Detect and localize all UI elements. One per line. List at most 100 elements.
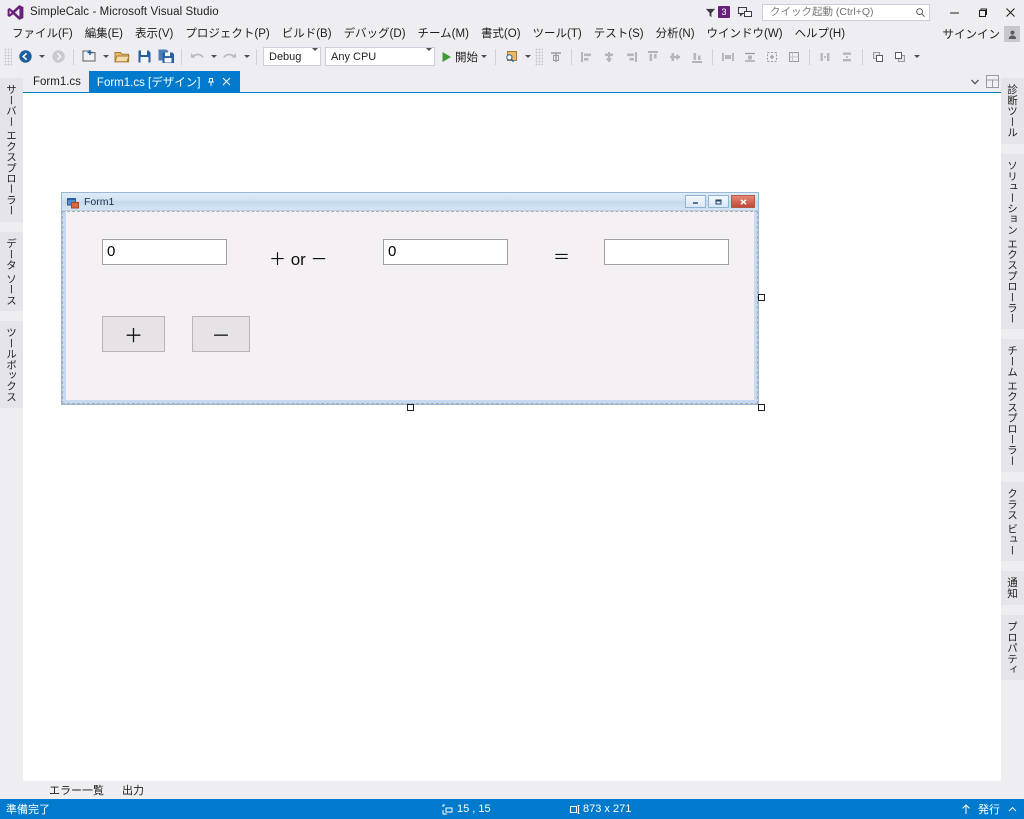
size-icon: [568, 803, 580, 815]
align-tops-icon[interactable]: [642, 46, 664, 68]
result-textbox[interactable]: [604, 239, 729, 265]
undo-icon[interactable]: [186, 46, 208, 68]
navigate-back-icon[interactable]: [14, 46, 36, 68]
navigate-forward-icon[interactable]: [47, 46, 69, 68]
rail-data-sources[interactable]: データ ソース: [0, 231, 23, 311]
menu-debug[interactable]: デバッグ(D): [338, 25, 412, 43]
vertical-spacing-icon[interactable]: [836, 46, 858, 68]
navigate-back-dropdown[interactable]: [36, 46, 47, 68]
make-same-height-icon[interactable]: [739, 46, 761, 68]
menu-format[interactable]: 書式(O): [475, 25, 527, 43]
bottom-tab-output[interactable]: 出力: [118, 781, 148, 799]
status-publish[interactable]: 発行: [960, 801, 1018, 817]
operand1-textbox[interactable]: 0: [102, 239, 227, 265]
align-lefts-icon[interactable]: [576, 46, 598, 68]
bottom-tab-error-list[interactable]: エラー一覧: [45, 781, 108, 799]
menu-test[interactable]: テスト(S): [588, 25, 650, 43]
make-same-width-icon[interactable]: [717, 46, 739, 68]
operand2-textbox[interactable]: 0: [383, 239, 508, 265]
rail-solution-explorer[interactable]: ソリューション エクスプローラー: [1001, 153, 1024, 330]
split-window-icon[interactable]: [983, 71, 1001, 92]
menu-file[interactable]: ファイル(F): [6, 25, 79, 43]
plus-button[interactable]: ＋: [102, 316, 165, 352]
rail-team-explorer[interactable]: チーム エクスプローラー: [1001, 339, 1024, 472]
new-project-dropdown[interactable]: [100, 46, 111, 68]
operator-label: ＋ or －: [269, 250, 328, 269]
restore-button[interactable]: [968, 0, 996, 24]
resize-handle-bottom-right[interactable]: [758, 404, 765, 411]
toolbar-grip[interactable]: [4, 47, 12, 66]
menu-build[interactable]: ビルド(B): [276, 25, 338, 43]
rail-class-view[interactable]: クラス ビュー: [1001, 481, 1024, 562]
chevron-down-icon[interactable]: [967, 71, 983, 92]
menu-tools[interactable]: ツール(T): [527, 25, 588, 43]
form-minimize-icon[interactable]: [685, 195, 706, 208]
bring-to-front-icon[interactable]: [867, 46, 889, 68]
save-all-icon[interactable]: [155, 46, 177, 68]
tab-form1-cs[interactable]: Form1.cs: [25, 71, 89, 92]
quick-launch-box[interactable]: [762, 3, 930, 21]
status-size: 873 x 271: [568, 803, 631, 815]
minus-button[interactable]: －: [192, 316, 250, 352]
form-close-icon[interactable]: [731, 195, 755, 208]
menu-project[interactable]: プロジェクト(P): [179, 25, 275, 43]
menu-window[interactable]: ウインドウ(W): [701, 25, 789, 43]
undo-dropdown[interactable]: [208, 46, 219, 68]
form-client-area[interactable]: 0 ＋ or － 0 ＝ ＋ －: [62, 211, 758, 404]
align-middles-icon[interactable]: [664, 46, 686, 68]
toolbar-grip[interactable]: [535, 47, 543, 66]
save-icon[interactable]: [133, 46, 155, 68]
rail-diagnostic-tools[interactable]: 診断ツール: [1001, 78, 1024, 144]
resize-handle-bottom[interactable]: [407, 404, 414, 411]
feedback-icon[interactable]: [736, 3, 754, 21]
find-in-files-icon[interactable]: [500, 46, 522, 68]
resize-handle-right[interactable]: [758, 294, 765, 301]
pin-icon[interactable]: [205, 76, 216, 87]
open-file-icon[interactable]: [111, 46, 133, 68]
make-same-size-icon[interactable]: [761, 46, 783, 68]
rail-notifications[interactable]: 通知: [1001, 571, 1024, 605]
notification-funnel-icon[interactable]: 3: [705, 6, 730, 18]
close-button[interactable]: [996, 0, 1024, 24]
quick-launch-input[interactable]: [768, 5, 915, 19]
toolbar-separator: [862, 48, 863, 65]
user-account-icon[interactable]: [1004, 26, 1020, 42]
send-to-back-icon[interactable]: [889, 46, 911, 68]
menu-view[interactable]: 表示(V): [129, 25, 179, 43]
find-dropdown[interactable]: [522, 46, 533, 68]
close-tab-icon[interactable]: [221, 76, 232, 87]
toolbar-overflow[interactable]: [911, 46, 922, 68]
minimize-button[interactable]: [940, 0, 968, 24]
align-rights-icon[interactable]: [620, 46, 642, 68]
new-project-icon[interactable]: [78, 46, 100, 68]
sign-in-area[interactable]: サインイン: [943, 24, 1020, 44]
winform-form1[interactable]: Form1 0 ＋ or － 0 ＝ ＋ －: [61, 192, 759, 405]
caret-up-icon[interactable]: [1006, 803, 1018, 815]
form-designer-surface[interactable]: Form1 0 ＋ or － 0 ＝ ＋ －: [23, 92, 1001, 781]
solution-platform-combo[interactable]: Any CPU: [325, 47, 435, 66]
chevron-down-icon[interactable]: [304, 47, 318, 63]
menu-help[interactable]: ヘルプ(H): [789, 25, 851, 43]
menu-edit[interactable]: 編集(E): [79, 25, 129, 43]
redo-icon[interactable]: [219, 46, 241, 68]
align-centers-icon[interactable]: [598, 46, 620, 68]
menu-team[interactable]: チーム(M): [412, 25, 475, 43]
tab-form1-cs-design[interactable]: Form1.cs [デザイン]: [88, 71, 241, 92]
menu-analyze[interactable]: 分析(N): [650, 25, 701, 43]
start-debug-button[interactable]: 開始: [437, 46, 491, 68]
solution-configuration-combo[interactable]: Debug: [263, 47, 321, 66]
toolbar-separator: [571, 48, 572, 65]
start-dropdown-icon[interactable]: [481, 55, 487, 58]
align-bottoms-icon[interactable]: [686, 46, 708, 68]
rail-server-explorer[interactable]: サーバー エクスプローラー: [0, 78, 23, 222]
form-maximize-icon[interactable]: [708, 195, 729, 208]
rail-properties[interactable]: プロパティ: [1001, 614, 1024, 681]
right-tool-rail: 診断ツール ソリューション エクスプローラー チーム エクスプローラー クラス …: [1001, 70, 1024, 799]
form-selection[interactable]: Form1 0 ＋ or － 0 ＝ ＋ －: [59, 190, 765, 411]
horizontal-spacing-icon[interactable]: [814, 46, 836, 68]
redo-dropdown[interactable]: [241, 46, 252, 68]
chevron-down-icon[interactable]: [418, 47, 432, 63]
size-to-grid-icon[interactable]: [783, 46, 805, 68]
align-to-grid-icon[interactable]: [545, 46, 567, 68]
rail-toolbox[interactable]: ツールボックス: [0, 320, 23, 408]
